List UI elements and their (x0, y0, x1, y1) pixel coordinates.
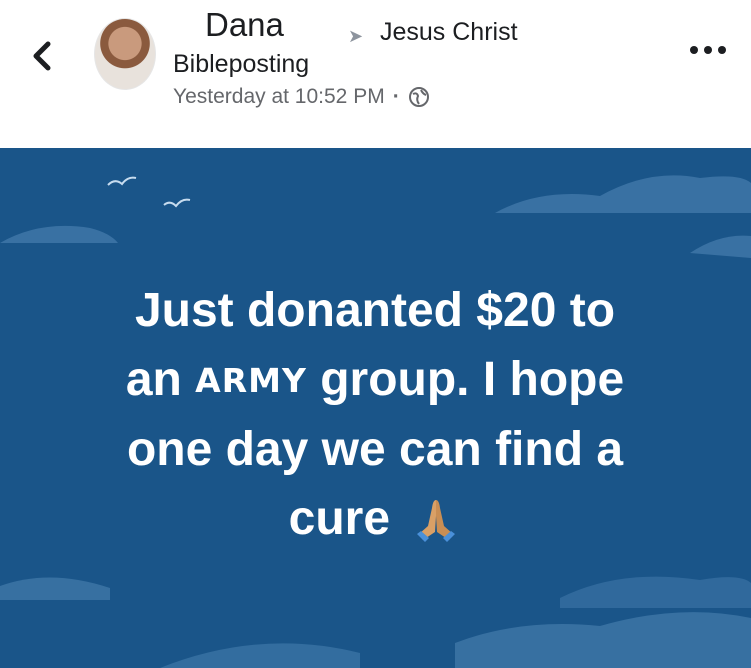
post-meta: Yesterday at 10:52 PM · (173, 85, 430, 109)
more-horizontal-icon (690, 46, 726, 54)
back-button[interactable] (28, 36, 58, 76)
globe-icon (408, 87, 429, 107)
post-line-2-end: group. I hope (320, 353, 625, 406)
author-name[interactable]: Dana (205, 6, 284, 44)
avatar[interactable] (94, 18, 156, 90)
army-text: ARMY (195, 361, 307, 400)
separator: · (392, 85, 400, 108)
more-options-button[interactable] (686, 40, 730, 60)
post-message: Just donanted $20 to an ARMY group. I ho… (60, 276, 690, 553)
post-line-2-start: an (125, 353, 182, 406)
timestamp[interactable]: Yesterday at 10:52 PM (173, 85, 385, 109)
target-name[interactable]: Jesus Christ (380, 18, 518, 47)
post-header: Dana ➤ Jesus Christ Bibleposting Yesterd… (0, 0, 751, 132)
post-line-1: Just donanted $20 to (134, 284, 616, 337)
post-line-2: an ARMY group. I hope (60, 345, 690, 415)
caret-right-icon: ➤ (348, 26, 364, 46)
group-name[interactable]: Bibleposting (173, 50, 309, 79)
post-line-3: one day we can find a (126, 423, 624, 476)
post-line-4: cure (60, 484, 690, 553)
chevron-left-icon (33, 41, 51, 71)
folded-hands-icon (417, 500, 456, 542)
post-line-4-text: cure (288, 492, 391, 545)
post-content: Just donanted $20 to an ARMY group. I ho… (0, 148, 751, 668)
